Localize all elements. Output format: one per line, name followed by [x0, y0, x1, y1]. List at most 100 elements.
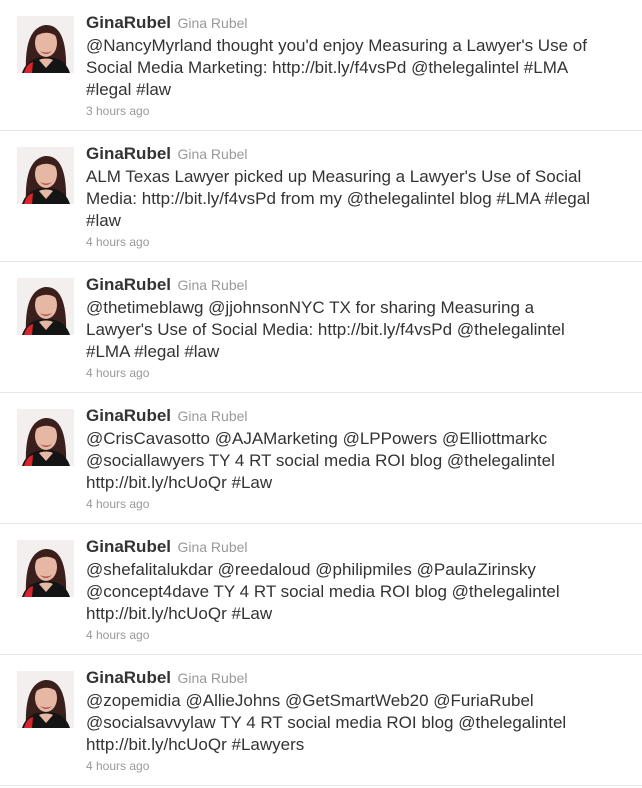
- mention-link[interactable]: @AllieJohns: [185, 691, 280, 710]
- tweet-text-line: #legal #law: [86, 79, 631, 101]
- screen-name[interactable]: GinaRubel: [86, 13, 171, 32]
- hashtag-link[interactable]: #legal: [134, 342, 179, 361]
- hashtag-link[interactable]: #LMA: [86, 342, 129, 361]
- timestamp[interactable]: 4 hours ago: [86, 497, 149, 511]
- mention-link[interactable]: @concept4dave: [86, 582, 209, 601]
- full-name: Gina Rubel: [177, 146, 248, 162]
- hashtag-link[interactable]: #LMA: [496, 189, 539, 208]
- mention-link[interactable]: @thelegalintel: [347, 189, 455, 208]
- tweet-header: GinaRubel Gina Rubel: [86, 275, 248, 295]
- hashtag-link[interactable]: #LMA: [524, 58, 568, 77]
- timestamp[interactable]: 4 hours ago: [86, 628, 149, 642]
- screen-name[interactable]: GinaRubel: [86, 668, 171, 687]
- hashtag-link[interactable]: #legal: [86, 80, 131, 99]
- mention-link[interactable]: @GetSmartWeb20: [285, 691, 429, 710]
- full-name: Gina Rubel: [177, 670, 248, 686]
- mention-link[interactable]: @thelegalintel: [452, 582, 560, 601]
- tweet-text: @CrisCavasotto @AJAMarketing @LPPowers @…: [86, 428, 631, 494]
- tweet-text-line: http://bit.ly/hcUoQr #Lawyers: [86, 734, 631, 756]
- hashtag-link[interactable]: #law: [136, 80, 171, 99]
- tweet: GinaRubel Gina Rubel ALM Texas Lawyer pi…: [0, 131, 642, 262]
- mention-link[interactable]: @shefalitalukdar: [86, 560, 213, 579]
- avatar[interactable]: [17, 278, 74, 335]
- tweet-header: GinaRubel Gina Rubel: [86, 537, 248, 557]
- avatar[interactable]: [17, 671, 74, 728]
- url-link[interactable]: http://bit.ly/f4vsPd: [142, 189, 276, 208]
- tweet-text-line: @concept4dave TY 4 RT social media ROI b…: [86, 582, 560, 601]
- mention-link[interactable]: @socialsavvylaw: [86, 713, 216, 732]
- tweet-header: GinaRubel Gina Rubel: [86, 406, 248, 426]
- tweet-header: GinaRubel Gina Rubel: [86, 13, 248, 33]
- tweet: GinaRubel Gina Rubel @zopemidia @AllieJo…: [0, 655, 642, 786]
- timestamp[interactable]: 4 hours ago: [86, 366, 149, 380]
- tweet-text: @thetimeblawg @jjohnsonNYC TX for sharin…: [86, 297, 631, 363]
- url-link[interactable]: http://bit.ly/hcUoQr: [86, 604, 227, 623]
- tweet-text: @shefalitalukdar @reedaloud @philipmiles…: [86, 559, 631, 625]
- hashtag-link[interactable]: #Law: [232, 604, 273, 623]
- hashtag-link[interactable]: #law: [184, 342, 219, 361]
- hashtag-link[interactable]: #Law: [232, 473, 273, 492]
- screen-name[interactable]: GinaRubel: [86, 406, 171, 425]
- tweet-text-line: @socialsavvylaw TY 4 RT social media ROI…: [86, 713, 567, 732]
- tweet-timeline: GinaRubel Gina Rubel @NancyMyrland thoug…: [0, 0, 642, 788]
- tweet-header: GinaRubel Gina Rubel: [86, 668, 248, 688]
- tweet-text-line: Lawyer's Use of Social Media: http://bit…: [86, 320, 565, 339]
- hashtag-link[interactable]: #legal: [545, 189, 590, 208]
- mention-link[interactable]: @philipmiles: [315, 560, 412, 579]
- mention-link[interactable]: @thetimeblawg: [86, 298, 203, 317]
- tweet-text-line: @NancyMyrland thought you'd enjoy Measur…: [86, 36, 587, 55]
- tweet-text-line: http://bit.ly/hcUoQr #Law: [86, 472, 631, 494]
- tweet: GinaRubel Gina Rubel @shefalitalukdar @r…: [0, 524, 642, 655]
- mention-link[interactable]: @Elliottmarkc: [442, 429, 547, 448]
- tweet-text-line: Media: http://bit.ly/f4vsPd from my @the…: [86, 189, 590, 208]
- full-name: Gina Rubel: [177, 15, 248, 31]
- tweet-text-line: @zopemidia @AllieJohns @GetSmartWeb20 @F…: [86, 690, 631, 712]
- mention-link[interactable]: @jjohnsonNYC: [208, 298, 324, 317]
- tweet-text-line: ALM Texas Lawyer picked up Measuring a L…: [86, 167, 582, 186]
- screen-name[interactable]: GinaRubel: [86, 275, 171, 294]
- full-name: Gina Rubel: [177, 277, 248, 293]
- url-link[interactable]: http://bit.ly/hcUoQr: [86, 735, 227, 754]
- timestamp[interactable]: 4 hours ago: [86, 759, 149, 773]
- avatar[interactable]: [17, 147, 74, 204]
- tweet-text: ALM Texas Lawyer picked up Measuring a L…: [86, 166, 631, 232]
- hashtag-link[interactable]: #Lawyers: [232, 735, 305, 754]
- tweet-text-line: @CrisCavasotto @AJAMarketing @LPPowers @…: [86, 428, 631, 450]
- hashtag-link[interactable]: #law: [86, 211, 121, 230]
- mention-link[interactable]: @NancyMyrland: [86, 36, 212, 55]
- mention-link[interactable]: @reedaloud: [218, 560, 311, 579]
- url-link[interactable]: http://bit.ly/f4vsPd: [318, 320, 452, 339]
- mention-link[interactable]: @CrisCavasotto: [86, 429, 210, 448]
- tweet-text: @NancyMyrland thought you'd enjoy Measur…: [86, 35, 631, 101]
- screen-name[interactable]: GinaRubel: [86, 144, 171, 163]
- timestamp[interactable]: 3 hours ago: [86, 104, 149, 118]
- avatar[interactable]: [17, 540, 74, 597]
- mention-link[interactable]: @zopemidia: [86, 691, 181, 710]
- mention-link[interactable]: @LPPowers: [343, 429, 438, 448]
- tweet-text-line: @sociallawyers TY 4 RT social media ROI …: [86, 451, 555, 470]
- tweet-text-line: @shefalitalukdar @reedaloud @philipmiles…: [86, 559, 631, 581]
- url-link[interactable]: http://bit.ly/hcUoQr: [86, 473, 227, 492]
- mention-link[interactable]: @thelegalintel: [457, 320, 565, 339]
- avatar[interactable]: [17, 409, 74, 466]
- mention-link[interactable]: @thelegalintel: [458, 713, 566, 732]
- mention-link[interactable]: @sociallawyers: [86, 451, 204, 470]
- tweet-text-line: #law: [86, 210, 631, 232]
- screen-name[interactable]: GinaRubel: [86, 537, 171, 556]
- tweet-text-line: Social Media Marketing: http://bit.ly/f4…: [86, 58, 569, 77]
- tweet: GinaRubel Gina Rubel @thetimeblawg @jjoh…: [0, 262, 642, 393]
- full-name: Gina Rubel: [177, 408, 248, 424]
- timestamp[interactable]: 4 hours ago: [86, 235, 149, 249]
- url-link[interactable]: http://bit.ly/f4vsPd: [272, 58, 406, 77]
- mention-link[interactable]: @thelegalintel: [411, 58, 519, 77]
- mention-link[interactable]: @PaulaZirinsky: [417, 560, 536, 579]
- mention-link[interactable]: @thelegalintel: [447, 451, 555, 470]
- tweet-text-line: #LMA #legal #law: [86, 341, 631, 363]
- mention-link[interactable]: @FuriaRubel: [433, 691, 533, 710]
- tweet-text-line: http://bit.ly/hcUoQr #Law: [86, 603, 631, 625]
- mention-link[interactable]: @AJAMarketing: [215, 429, 338, 448]
- tweet-text-line: @thetimeblawg @jjohnsonNYC TX for sharin…: [86, 298, 535, 317]
- full-name: Gina Rubel: [177, 539, 248, 555]
- avatar[interactable]: [17, 16, 74, 73]
- tweet: GinaRubel Gina Rubel @NancyMyrland thoug…: [0, 0, 642, 131]
